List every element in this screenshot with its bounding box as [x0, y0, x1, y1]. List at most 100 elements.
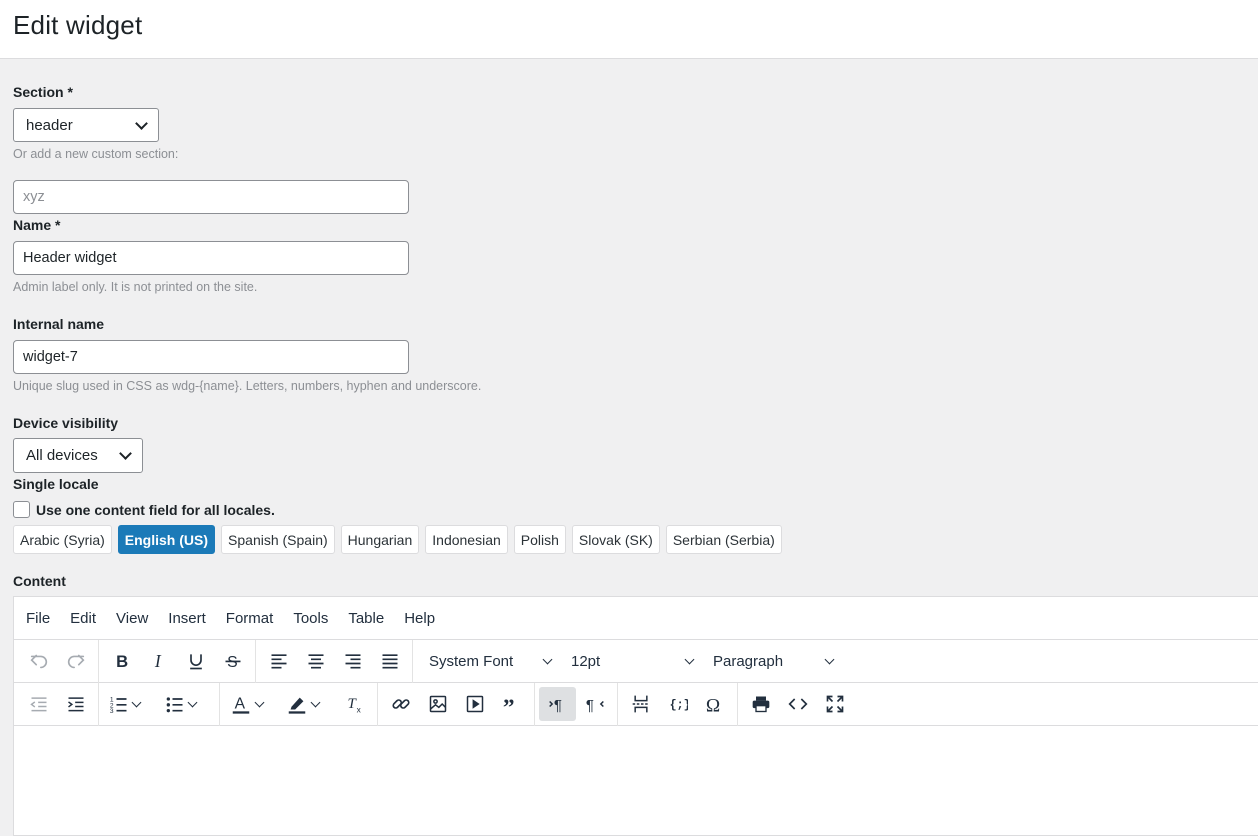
editor-toolbar-row-2: 123 A Tx ” ¶ ¶ {; Ω — [14, 682, 1258, 726]
font-family-value: System Font — [429, 652, 514, 670]
block-format-value: Paragraph — [713, 652, 784, 670]
menu-table[interactable]: Table — [338, 610, 394, 627]
svg-text:¶: ¶ — [553, 697, 561, 714]
strikethrough-icon[interactable]: S — [214, 644, 251, 678]
special-char-icon[interactable]: Ω — [696, 687, 733, 721]
fullscreen-icon[interactable] — [816, 687, 853, 721]
device-visibility-label: Device visibility — [13, 415, 119, 431]
redo-icon[interactable] — [57, 644, 94, 678]
menu-insert[interactable]: Insert — [158, 610, 216, 627]
locale-tab[interactable]: Slovak (SK) — [571, 525, 660, 554]
internal-name-label: Internal name — [13, 316, 105, 332]
font-size-value: 12pt — [571, 652, 601, 670]
bullet-list-icon — [166, 697, 183, 713]
italic-icon[interactable]: I — [140, 644, 177, 678]
editor-content-area[interactable] — [14, 726, 1258, 836]
single-locale-checkbox[interactable] — [13, 501, 30, 518]
align-right-icon[interactable] — [334, 644, 371, 678]
chevron-down-icon — [119, 447, 132, 460]
alignment-group — [256, 639, 413, 683]
text-color-icon: A — [232, 696, 250, 714]
svg-text:Ω: Ω — [705, 695, 719, 715]
text-color-button[interactable]: A — [224, 687, 280, 721]
rtl-icon[interactable]: ¶ — [576, 687, 613, 721]
locale-tab-active[interactable]: English (US) — [117, 525, 216, 554]
menu-file[interactable]: File — [16, 610, 60, 627]
top-bar: Edit widget — [0, 0, 1258, 59]
chevron-down-icon — [135, 116, 148, 130]
direction-group: ¶ ¶ — [535, 682, 618, 726]
editor-toolbar-row-1: B I S System Font 12pt Paragraph — [14, 639, 1258, 683]
image-icon[interactable] — [419, 687, 456, 721]
link-icon[interactable] — [382, 687, 419, 721]
svg-text:3: 3 — [110, 708, 114, 714]
font-family-select[interactable]: System Font — [417, 644, 559, 678]
align-center-icon[interactable] — [297, 644, 334, 678]
align-justify-icon[interactable] — [371, 644, 408, 678]
custom-section-input[interactable] — [13, 180, 409, 214]
font-size-select[interactable]: 12pt — [559, 644, 701, 678]
svg-text:¶: ¶ — [585, 697, 593, 714]
bold-icon[interactable]: B — [103, 644, 140, 678]
print-icon[interactable] — [742, 687, 779, 721]
clear-formatting-icon[interactable]: Tx — [336, 687, 373, 721]
content-label: Content — [13, 573, 66, 589]
menu-tools[interactable]: Tools — [283, 610, 338, 627]
name-label: Name * — [13, 217, 61, 233]
source-code-icon[interactable] — [779, 687, 816, 721]
block-format-select[interactable]: Paragraph — [701, 644, 841, 678]
list-group: 123 — [99, 682, 220, 726]
locale-tab[interactable]: Indonesian — [425, 525, 508, 554]
undo-icon[interactable] — [20, 644, 57, 678]
outdent-icon[interactable] — [20, 687, 57, 721]
chevron-down-icon — [684, 654, 695, 664]
blockquote-icon[interactable]: ” — [493, 687, 530, 721]
internal-name-help: Unique slug used in CSS as wdg-{name}. L… — [13, 379, 482, 393]
menu-help[interactable]: Help — [394, 610, 445, 627]
editor-menubar: File Edit View Insert Format Tools Table… — [14, 597, 1258, 640]
locale-tab[interactable]: Serbian (Serbia) — [665, 525, 782, 554]
chevron-down-icon — [310, 697, 321, 707]
device-visibility-select[interactable]: All devices — [13, 438, 143, 473]
section-select[interactable]: header — [13, 108, 159, 142]
svg-text:A: A — [235, 696, 246, 713]
code-sample-icon[interactable]: {;} — [659, 687, 696, 721]
menu-edit[interactable]: Edit — [60, 610, 106, 627]
tools-group — [738, 683, 857, 726]
svg-text:I: I — [153, 651, 161, 671]
svg-text:”: ” — [502, 695, 514, 714]
locale-tab[interactable]: Polish — [513, 525, 566, 554]
bullet-list-button[interactable] — [159, 687, 215, 721]
menu-format[interactable]: Format — [216, 610, 284, 627]
underline-icon[interactable] — [177, 644, 214, 678]
svg-text:S: S — [227, 654, 238, 671]
chevron-down-icon — [824, 654, 835, 664]
menu-view[interactable]: View — [106, 610, 158, 627]
custom-section-hint: Or add a new custom section: — [13, 147, 179, 161]
locale-tab[interactable]: Hungarian — [340, 525, 420, 554]
numbered-list-button[interactable]: 123 — [103, 687, 159, 721]
page-break-icon[interactable] — [622, 687, 659, 721]
svg-text:x: x — [356, 704, 361, 714]
name-input[interactable] — [13, 241, 409, 275]
style-selects-group: System Font 12pt Paragraph — [413, 640, 845, 683]
single-locale-option[interactable]: Use one content field for all locales. — [13, 501, 275, 518]
align-left-icon[interactable] — [260, 644, 297, 678]
special-group: {;} Ω — [618, 682, 738, 726]
media-icon[interactable] — [456, 687, 493, 721]
indent-icon[interactable] — [57, 687, 94, 721]
ltr-icon[interactable]: ¶ — [539, 687, 576, 721]
numbered-list-icon: 123 — [110, 697, 127, 714]
page-title: Edit widget — [13, 10, 143, 40]
formatting-group: B I S — [99, 639, 256, 683]
insert-group: ” — [378, 682, 535, 726]
chevron-down-icon — [254, 697, 265, 707]
locale-tab[interactable]: Spanish (Spain) — [221, 525, 335, 554]
highlight-color-button[interactable] — [280, 687, 336, 721]
color-group: A Tx — [220, 682, 378, 726]
single-locale-checkbox-label[interactable]: Use one content field for all locales. — [36, 502, 275, 518]
single-locale-label: Single locale — [13, 476, 99, 492]
device-visibility-value: All devices — [26, 447, 98, 464]
locale-tab[interactable]: Arabic (Syria) — [13, 525, 112, 554]
internal-name-input[interactable] — [13, 340, 409, 374]
